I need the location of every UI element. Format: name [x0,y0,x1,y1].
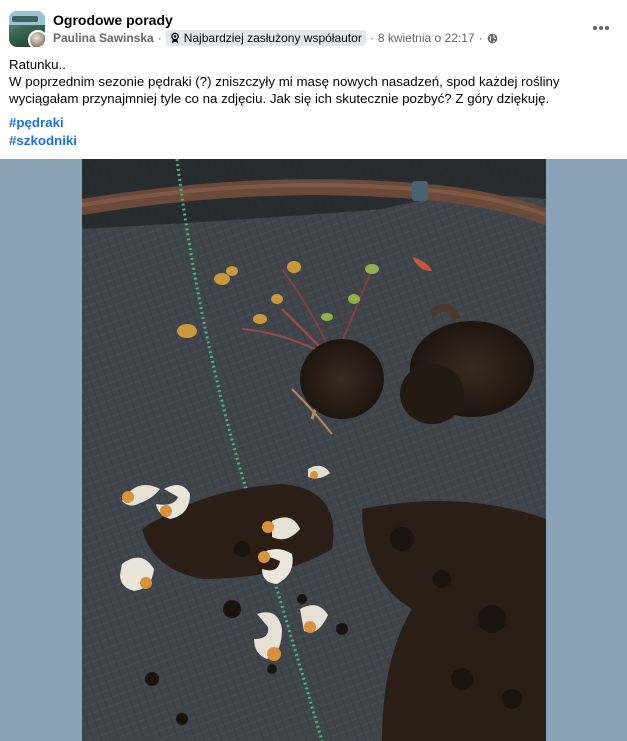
facebook-group-post: Ogrodowe porady Paulina Sawinska · Najba… [0,0,627,741]
badge-label: Najbardziej zasłużony współautor [183,31,362,45]
more-horizontal-icon[interactable] [591,18,611,38]
post-text-line-2: W poprzednim sezonie pędraki (?) zniszcz… [9,74,560,106]
post-media[interactable] [0,159,627,741]
post-text-line-1: Ratunku.. [9,57,66,72]
group-name[interactable]: Ogrodowe porady [53,12,173,28]
meta-separator: · [478,31,483,45]
award-icon [170,32,179,43]
meta-separator: · [369,31,374,45]
globe-icon[interactable] [487,33,498,44]
post-body: Ratunku.. W poprzednim sezonie pędraki (… [9,56,609,107]
contributor-badge[interactable]: Najbardziej zasłużony współautor [165,30,366,46]
dot-3 [605,26,609,30]
meta-separator: · [157,31,162,45]
hashtag-link[interactable]: #szkodniki [9,132,77,150]
group-avatar[interactable] [9,11,45,47]
post-meta: Paulina Sawinska · Najbardziej zasłużony… [53,30,498,46]
post-header: Ogrodowe porady Paulina Sawinska · Najba… [9,10,617,50]
hashtag-list: #pędraki #szkodniki [9,114,77,149]
hashtag-link[interactable]: #pędraki [9,114,77,132]
author-name[interactable]: Paulina Sawinska [53,31,154,45]
author-avatar[interactable] [28,30,45,47]
grubs-on-fabric-photo [82,159,546,741]
post-timestamp[interactable]: 8 kwietnia o 22:17 [378,31,475,45]
avatar-lettering [12,16,38,22]
dot-1 [593,26,597,30]
post-photo[interactable] [82,159,546,741]
dot-2 [599,26,603,30]
